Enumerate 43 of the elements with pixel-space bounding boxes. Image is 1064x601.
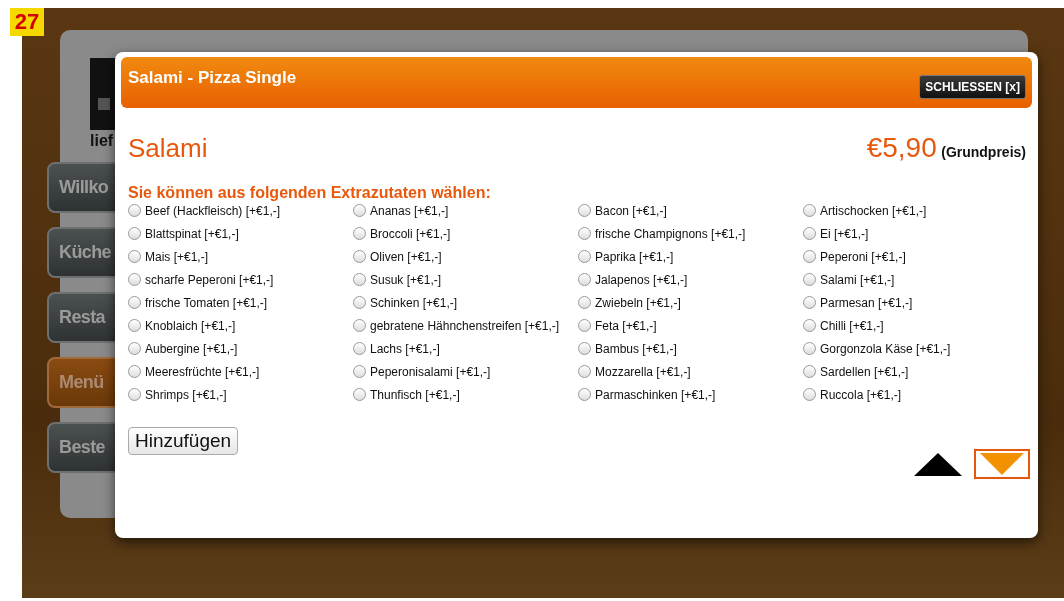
extra-label: Salami [+€1,-] (820, 272, 895, 287)
extra-label: Bacon [+€1,-] (595, 203, 667, 218)
extra-label: Bambus [+€1,-] (595, 341, 677, 356)
extra-label: Paprika [+€1,-] (595, 249, 674, 264)
extra-label: Parmesan [+€1,-] (820, 295, 913, 310)
extra-label: Peperoni [+€1,-] (820, 249, 906, 264)
extra-label: Susuk [+€1,-] (370, 272, 442, 287)
extra-label: Jalapenos [+€1,-] (595, 272, 688, 287)
price-note: (Grundpreis) (941, 144, 1026, 160)
extra-label: scharfe Peperoni [+€1,-] (145, 272, 274, 287)
extras-heading: Sie können aus folgenden Extrazutaten wählen: (128, 184, 492, 202)
extra-label: Blattspinat [+€1,-] (145, 226, 239, 241)
extra-label: Peperonisalami [+€1,-] (370, 364, 491, 379)
extra-label: Chilli [+€1,-] (820, 318, 884, 333)
extra-label: Aubergine [+€1,-] (145, 341, 238, 356)
extra-label: Broccoli [+€1,-] (370, 226, 451, 241)
product-name: Salami (128, 133, 208, 164)
extra-label: frische Champignons [+€1,-] (595, 226, 746, 241)
extra-label: Feta [+€1,-] (595, 318, 657, 333)
extra-label: Meeresfrüchte [+€1,-] (145, 364, 260, 379)
dialog-title: Salami - Pizza Single (128, 67, 297, 88)
extra-label: Mais [+€1,-] (145, 249, 209, 264)
extra-label: Artischocken [+€1,-] (820, 203, 927, 218)
extra-label: Ruccola [+€1,-] (820, 387, 902, 402)
extra-label: Ei [+€1,-] (820, 226, 869, 241)
extra-label: Knoblaich [+€1,-] (145, 318, 236, 333)
extra-label: Lachs [+€1,-] (370, 341, 440, 356)
logo-text: lief (90, 132, 114, 150)
extra-label: Mozzarella [+€1,-] (595, 364, 691, 379)
extra-label: Ananas [+€1,-] (370, 203, 449, 218)
extra-label: Sardellen [+€1,-] (820, 364, 909, 379)
extra-label: Thunfisch [+€1,-] (370, 387, 460, 402)
extra-label: gebratene Hähnchenstreifen [+€1,-] (370, 318, 560, 333)
extra-label: Parmaschinken [+€1,-] (595, 387, 716, 402)
extra-label: Oliven [+€1,-] (370, 249, 442, 264)
extra-label: Shrimps [+€1,-] (145, 387, 227, 402)
extra-label: Zwiebeln [+€1,-] (595, 295, 681, 310)
extra-label: Beef (Hackfleisch) [+€1,-] (145, 203, 281, 218)
extra-label: Schinken [+€1,-] (370, 295, 458, 310)
extra-label: frische Tomaten [+€1,-] (145, 295, 268, 310)
price: €5,90 (866, 132, 937, 163)
extra-label: Gorgonzola Käse [+€1,-] (820, 341, 951, 356)
figure-number: 27 (10, 8, 44, 36)
